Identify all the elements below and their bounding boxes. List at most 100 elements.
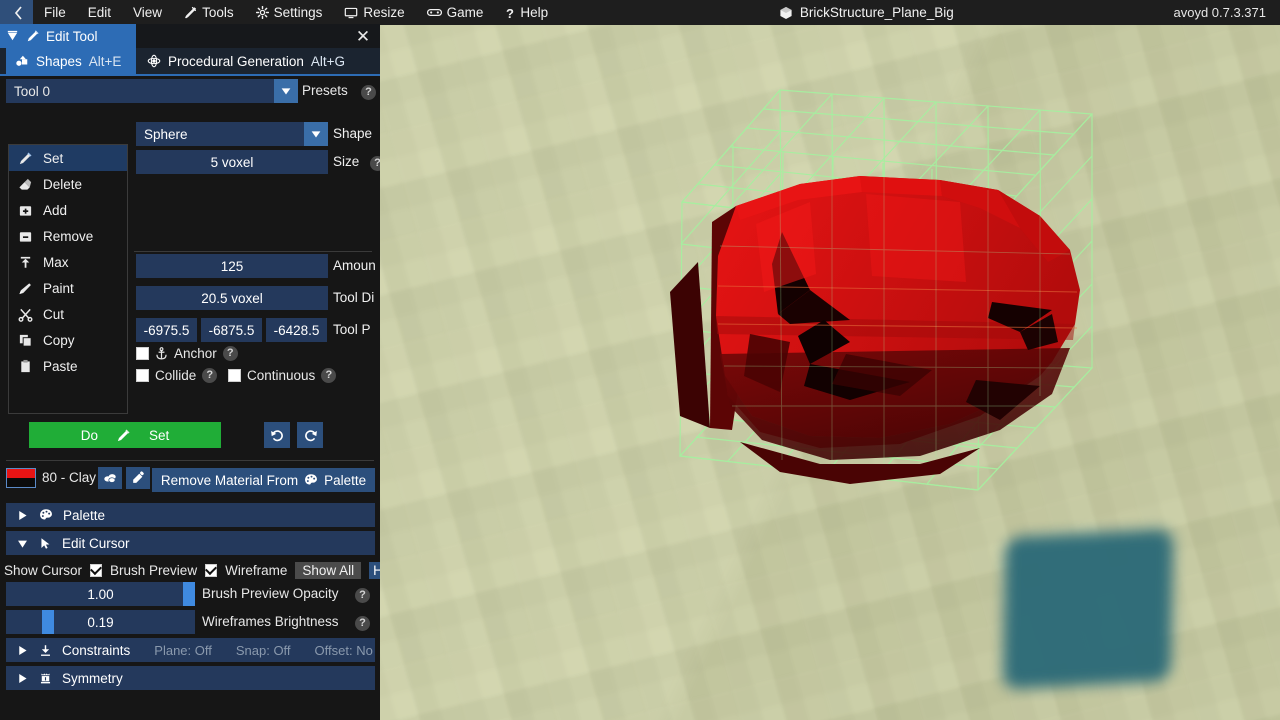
- tool-diameter-row: 20.5 voxel Tool Di: [0, 286, 380, 312]
- collide-help-icon[interactable]: ?: [202, 368, 217, 383]
- menu-settings[interactable]: Settings: [245, 0, 334, 25]
- section-edit-cursor[interactable]: Edit Cursor: [6, 531, 375, 555]
- chevron-left-icon: [14, 6, 23, 20]
- section-constraints-label: Constraints: [62, 643, 130, 658]
- show-all-button[interactable]: Show All: [295, 562, 361, 579]
- presets-help-icon[interactable]: ?: [361, 83, 376, 100]
- slider-knob[interactable]: [183, 582, 195, 606]
- help-icon: ?: [355, 616, 370, 631]
- menu-help-label: Help: [520, 0, 548, 25]
- anchor-help-icon[interactable]: ?: [223, 346, 238, 361]
- collide-checkbox-row[interactable]: Collide ?: [136, 368, 217, 383]
- panel-title-bar: Edit Tool ✕: [0, 24, 380, 48]
- brush-preview-label: Brush Preview: [110, 563, 197, 578]
- monitor-icon: [344, 6, 358, 19]
- section-palette[interactable]: Palette: [6, 503, 375, 527]
- continuous-checkbox[interactable]: [228, 369, 241, 382]
- cube-icon: [779, 6, 793, 20]
- size-value[interactable]: 5 voxel: [136, 150, 328, 174]
- remove-material-button[interactable]: Remove Material From Palette: [152, 468, 375, 492]
- back-button[interactable]: [0, 0, 33, 25]
- brush-preview-opacity-slider[interactable]: 1.00: [6, 582, 195, 606]
- triangle-right-icon[interactable]: [16, 672, 29, 685]
- menu-resize-label: Resize: [363, 0, 404, 25]
- redo-icon: [303, 428, 318, 443]
- show-cursor-label: Show Cursor: [4, 563, 82, 578]
- triangle-down-icon[interactable]: [5, 29, 20, 44]
- triangle-right-icon[interactable]: [16, 509, 29, 522]
- continuous-help-icon[interactable]: ?: [321, 368, 336, 383]
- undo-button[interactable]: [264, 422, 290, 448]
- slider-knob[interactable]: [42, 610, 54, 634]
- remove-material-label: Remove Material From: [161, 473, 298, 488]
- collide-checkbox[interactable]: [136, 369, 149, 382]
- app-version: avoyd 0.7.3.371: [1173, 5, 1280, 20]
- tool-item-delete-label: Delete: [43, 177, 82, 192]
- anchor-checkbox[interactable]: [136, 347, 149, 360]
- wireframe-checkbox[interactable]: [205, 564, 217, 577]
- tab-procedural-generation[interactable]: Procedural Generation Alt+G: [138, 48, 368, 74]
- redo-button[interactable]: [297, 422, 323, 448]
- menu-resize[interactable]: Resize: [333, 0, 415, 25]
- shape-dropdown-button[interactable]: [304, 122, 328, 146]
- menu-settings-label: Settings: [274, 0, 323, 25]
- plus-box-icon: [18, 203, 33, 218]
- menu-game-label: Game: [447, 0, 484, 25]
- menu-help[interactable]: ? Help: [494, 0, 559, 25]
- material-picker-button[interactable]: [98, 467, 122, 489]
- tool-item-remove[interactable]: Remove: [9, 223, 127, 249]
- cursor-icon: [39, 537, 52, 550]
- constraints-snap-status: Snap: Off: [236, 643, 291, 658]
- pencil-icon: [116, 428, 131, 443]
- tool-item-add[interactable]: Add: [9, 197, 127, 223]
- presets-dropdown-button[interactable]: [274, 79, 298, 103]
- panel-title-tab[interactable]: Edit Tool: [0, 24, 136, 48]
- do-button-label: Do: [81, 428, 98, 443]
- atom-icon: [147, 54, 161, 68]
- brush-preview-checkbox[interactable]: [90, 564, 102, 577]
- menu-file[interactable]: File: [33, 0, 77, 25]
- tab-shapes-label: Shapes: [36, 54, 82, 69]
- material-swatch[interactable]: [6, 468, 36, 488]
- triangle-down-icon[interactable]: [16, 537, 29, 550]
- close-icon[interactable]: ✕: [353, 26, 373, 46]
- menu-edit[interactable]: Edit: [77, 0, 122, 25]
- remove-material-palette-label: Palette: [324, 473, 366, 488]
- brush-preview-opacity-help-icon[interactable]: ?: [355, 586, 370, 603]
- tool-item-paste[interactable]: Paste: [9, 353, 127, 379]
- 3d-viewport[interactable]: [380, 24, 1280, 720]
- continuous-checkbox-row[interactable]: Continuous ?: [228, 368, 336, 383]
- amount-label: Amoun: [333, 254, 376, 278]
- menu-game[interactable]: Game: [416, 0, 495, 25]
- tab-shapes[interactable]: Shapes Alt+E: [6, 48, 136, 74]
- section-symmetry[interactable]: Symmetry: [6, 666, 375, 690]
- eyedropper-button[interactable]: [126, 467, 150, 489]
- tool-position-x[interactable]: -6975.5: [136, 318, 197, 342]
- tool-diameter-value[interactable]: 20.5 voxel: [136, 286, 328, 310]
- amount-value[interactable]: 125: [136, 254, 328, 278]
- wireframes-brightness-slider[interactable]: 0.19: [6, 610, 195, 634]
- do-button[interactable]: Do Set: [29, 422, 221, 448]
- presets-row: Tool 0 Presets ?: [0, 79, 380, 105]
- gear-icon: [256, 6, 269, 19]
- menu-edit-label: Edit: [88, 0, 111, 25]
- document-title: BrickStructure_Plane_Big: [779, 5, 954, 20]
- menu-tools[interactable]: Tools: [173, 0, 245, 25]
- wireframes-brightness-help-icon[interactable]: ?: [355, 614, 370, 631]
- section-constraints[interactable]: Constraints Plane: Off Snap: Off Offset:…: [6, 638, 375, 662]
- tool-preset-input[interactable]: Tool 0: [6, 79, 274, 103]
- chevron-down-icon: [279, 84, 293, 98]
- size-help-icon[interactable]: ?: [370, 154, 380, 171]
- anchor-checkbox-row[interactable]: Anchor ?: [136, 346, 238, 361]
- tab-procedural-shortcut: Alt+G: [311, 54, 345, 69]
- triangle-right-icon[interactable]: [16, 644, 29, 657]
- hide-all-button-clipped[interactable]: H: [369, 562, 380, 579]
- material-name: 80 - Clay: [42, 468, 96, 488]
- menu-view[interactable]: View: [122, 0, 173, 25]
- tool-position-y[interactable]: -6875.5: [201, 318, 262, 342]
- shape-value[interactable]: Sphere: [136, 122, 328, 146]
- document-title-label: BrickStructure_Plane_Big: [800, 5, 954, 20]
- tool-position-z[interactable]: -6428.5: [266, 318, 327, 342]
- anchor-label: Anchor: [174, 346, 217, 361]
- pencil-icon: [26, 29, 40, 43]
